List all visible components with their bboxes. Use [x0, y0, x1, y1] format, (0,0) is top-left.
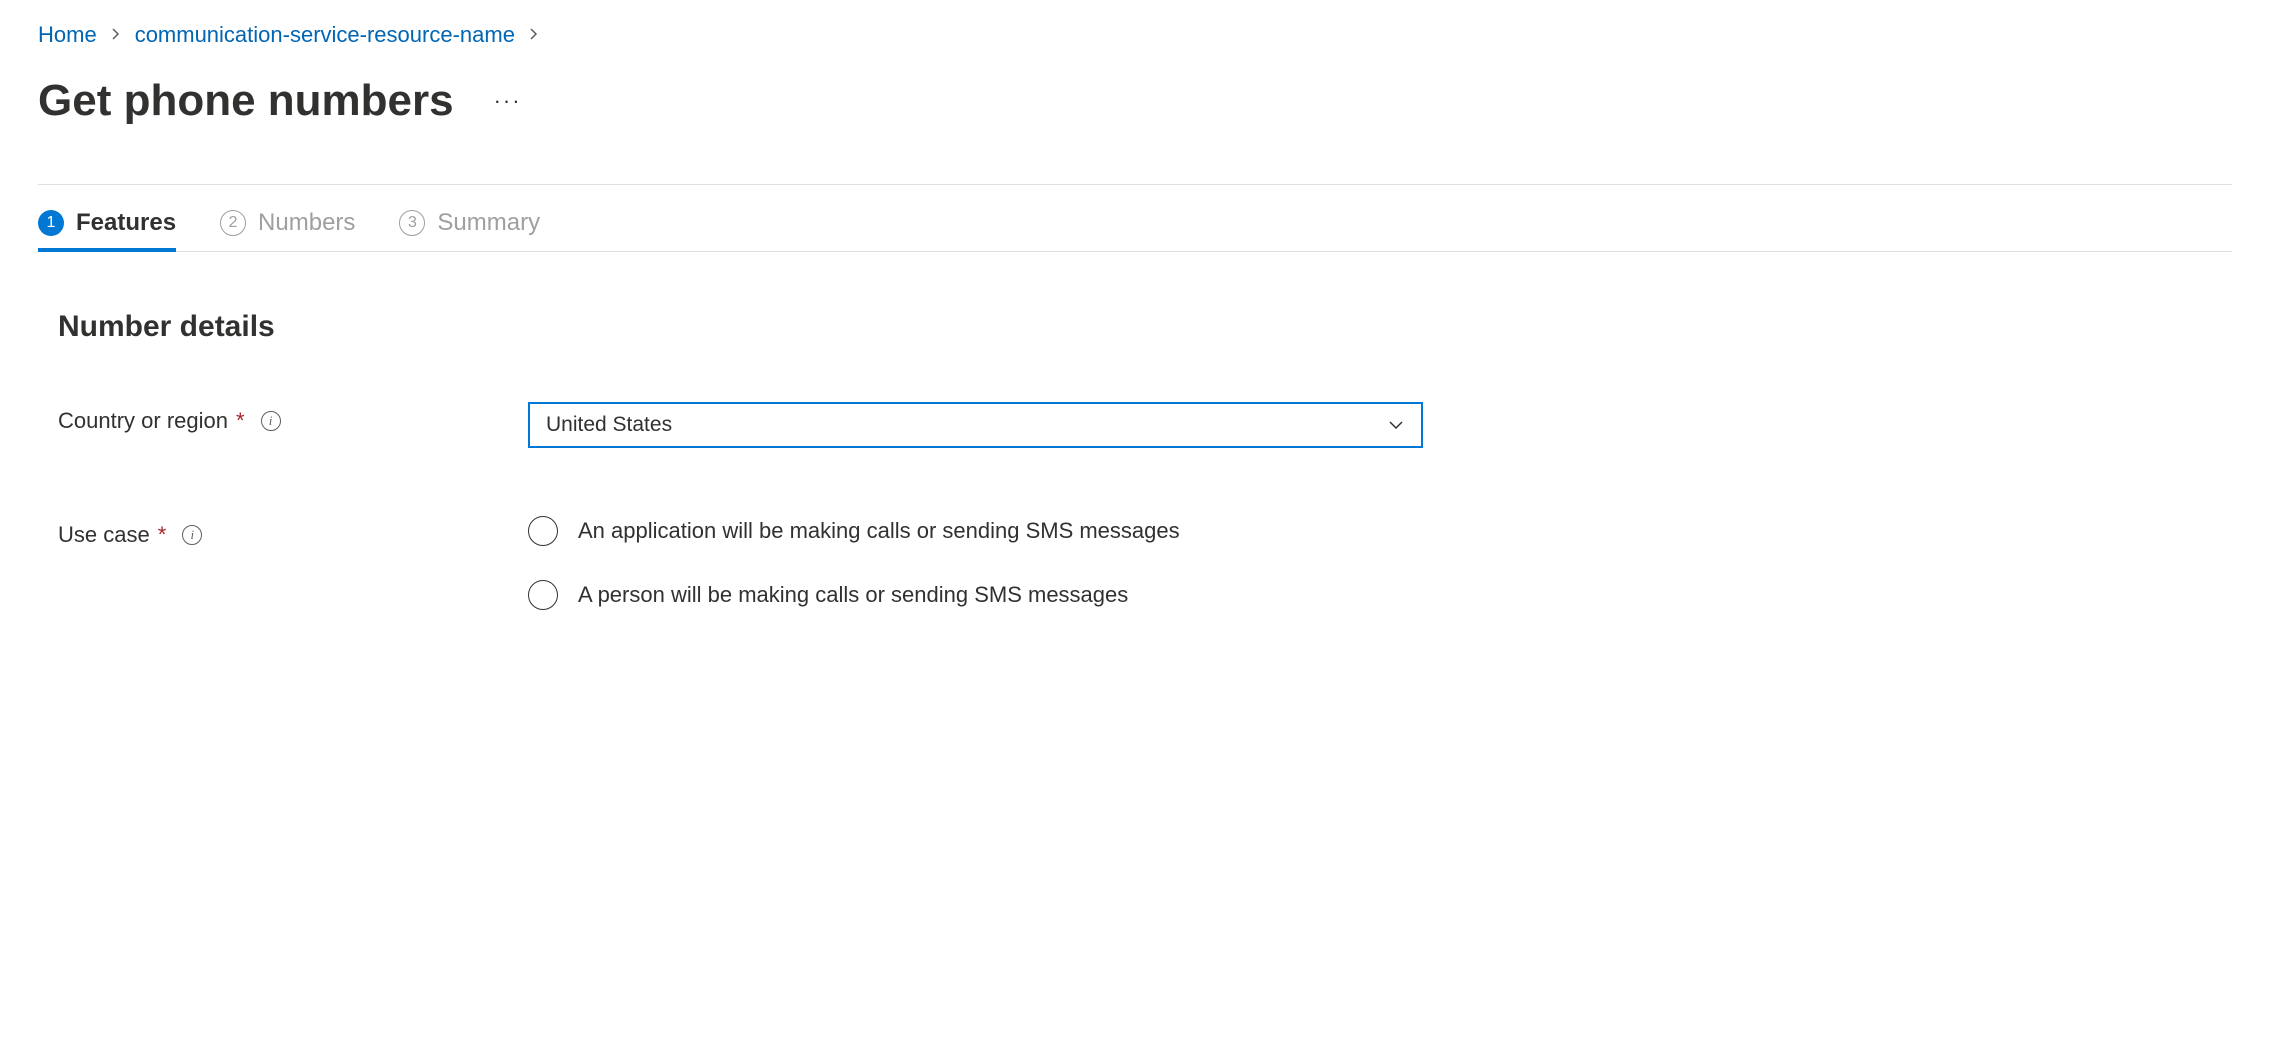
country-select[interactable]: United States [528, 402, 1423, 448]
usecase-label-col: Use case * i [58, 516, 528, 548]
usecase-option-person[interactable]: A person will be making calls or sending… [528, 580, 1180, 610]
info-icon[interactable]: i [261, 411, 281, 431]
tab-label: Numbers [258, 209, 355, 237]
country-row: Country or region * i United States [58, 402, 2232, 448]
tab-step-badge: 2 [220, 210, 246, 236]
tab-step-badge: 3 [399, 210, 425, 236]
number-details-section: Number details Country or region * i Uni… [38, 252, 2232, 610]
section-title: Number details [58, 310, 2232, 344]
radio-label: A person will be making calls or sending… [578, 582, 1128, 608]
breadcrumb-resource[interactable]: communication-service-resource-name [135, 22, 515, 48]
chevron-down-icon [1387, 416, 1405, 434]
tab-numbers[interactable]: 2 Numbers [220, 209, 355, 251]
page-title: Get phone numbers [38, 76, 454, 126]
required-indicator: * [236, 408, 245, 434]
country-label: Country or region [58, 408, 228, 434]
radio-label: An application will be making calls or s… [578, 518, 1180, 544]
breadcrumb: Home communication-service-resource-name [38, 22, 2232, 48]
usecase-label: Use case [58, 522, 150, 548]
divider [38, 184, 2232, 185]
tab-label: Features [76, 209, 176, 237]
tab-summary[interactable]: 3 Summary [399, 209, 540, 251]
tab-step-badge: 1 [38, 210, 64, 236]
chevron-right-icon [529, 25, 539, 46]
info-icon[interactable]: i [182, 525, 202, 545]
usecase-row: Use case * i An application will be maki… [58, 516, 2232, 610]
chevron-right-icon [111, 25, 121, 46]
wizard-tabs: 1 Features 2 Numbers 3 Summary [38, 209, 2232, 252]
breadcrumb-home[interactable]: Home [38, 22, 97, 48]
country-selected-value: United States [546, 413, 672, 437]
radio-icon [528, 580, 558, 610]
usecase-radio-group: An application will be making calls or s… [528, 516, 1180, 610]
page-header: Get phone numbers ··· [38, 76, 2232, 126]
usecase-option-application[interactable]: An application will be making calls or s… [528, 516, 1180, 546]
required-indicator: * [158, 522, 167, 548]
radio-icon [528, 516, 558, 546]
more-actions-button[interactable]: ··· [494, 88, 522, 114]
country-label-col: Country or region * i [58, 402, 528, 434]
tab-label: Summary [437, 209, 540, 237]
tab-features[interactable]: 1 Features [38, 209, 176, 251]
